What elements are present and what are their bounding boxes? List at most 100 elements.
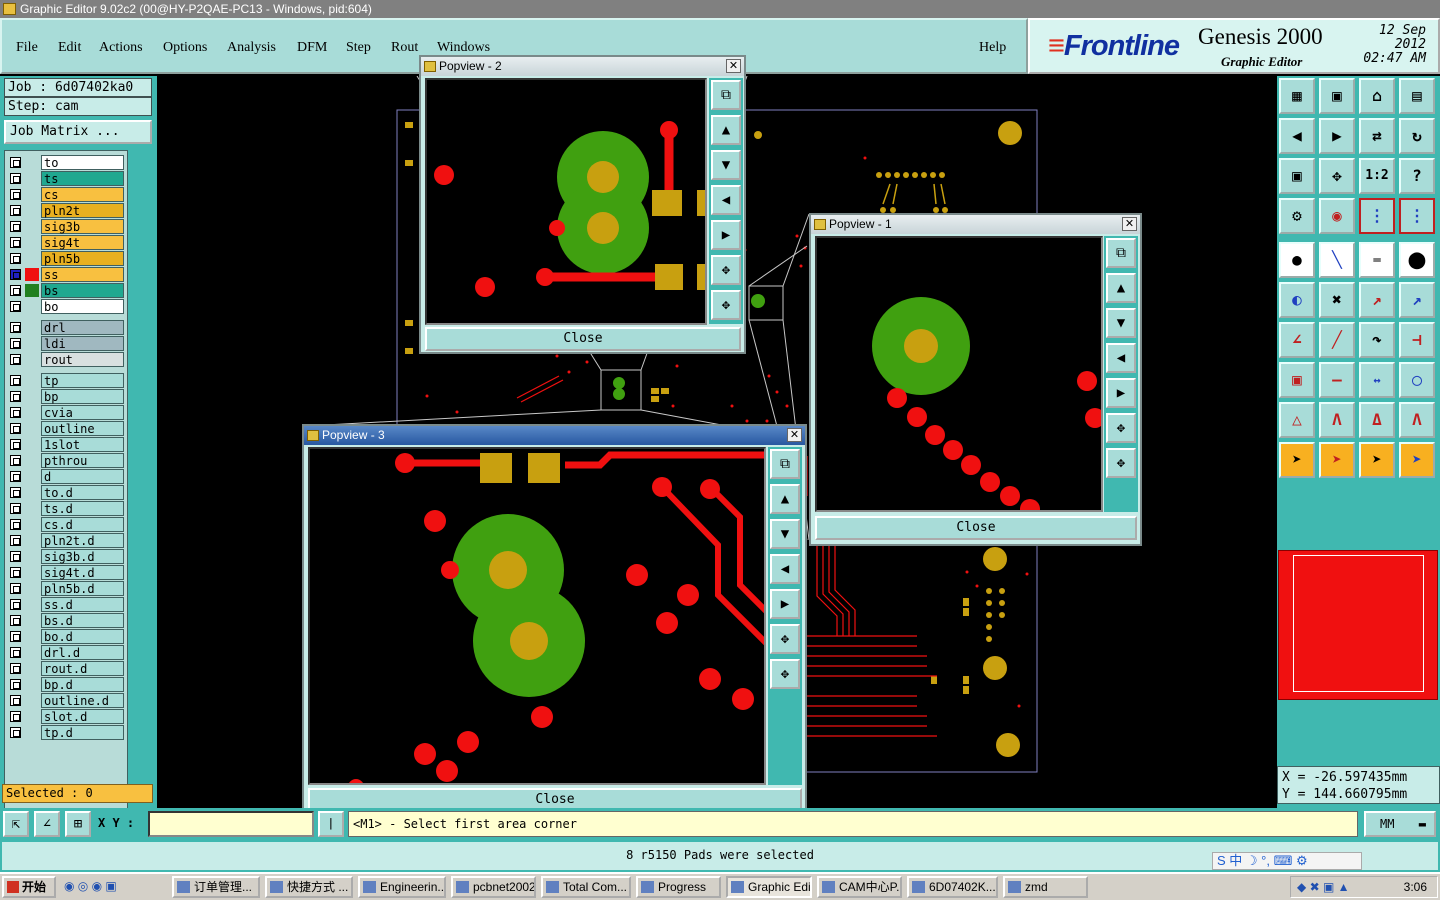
layer-color-swatch[interactable] [25, 694, 39, 707]
layer-color-swatch[interactable] [25, 284, 39, 297]
layer-row[interactable]: pln5b.d [5, 581, 129, 596]
popview-2-canvas[interactable] [425, 78, 707, 325]
layer-color-swatch[interactable] [25, 598, 39, 611]
popview-1-close-button[interactable]: Close [815, 516, 1137, 540]
layer-name[interactable]: pln2t.d [41, 533, 124, 548]
menu-options[interactable]: Options [163, 40, 207, 56]
connect-icon[interactable]: ↗ [1359, 282, 1395, 318]
layer-name[interactable]: drl [41, 320, 124, 335]
triangle-c-icon[interactable]: Λ [1399, 402, 1435, 438]
layer-name[interactable]: ts [41, 171, 124, 186]
info-icon[interactable]: ❘ [318, 811, 344, 837]
duplicate-icon[interactable]: ⧉ [770, 449, 800, 479]
cross-icon[interactable]: ✖ [1319, 282, 1355, 318]
layer-row[interactable]: sig4t [5, 235, 129, 250]
triangle-a-icon[interactable]: Λ [1319, 402, 1355, 438]
arc-icon[interactable]: ↷ [1359, 322, 1395, 358]
ratio-icon[interactable]: 1:2 [1359, 158, 1395, 194]
layer-checkbox[interactable] [10, 157, 21, 168]
resize-icon[interactable]: ⇱ [3, 811, 29, 837]
overview-map[interactable] [1278, 550, 1438, 700]
layer-checkbox[interactable] [10, 338, 21, 349]
move-up-icon[interactable]: ▲ [770, 484, 800, 514]
net-select-icon[interactable]: ⋮ [1359, 198, 1395, 234]
layer-checkbox[interactable] [10, 551, 21, 562]
layer-color-swatch[interactable] [25, 678, 39, 691]
layer-color-swatch[interactable] [25, 614, 39, 627]
layer-name[interactable]: drl.d [41, 645, 124, 660]
layer-name[interactable]: cs.d [41, 517, 124, 532]
layer-name[interactable]: pthrou [41, 453, 124, 468]
move-left-icon[interactable]: ◀ [711, 185, 741, 215]
layer-checkbox[interactable] [10, 221, 21, 232]
layer-row[interactable]: pthrou [5, 453, 129, 468]
menu-file[interactable]: File [16, 40, 38, 56]
net-compare-icon[interactable]: ⋮ [1399, 198, 1435, 234]
move-up-icon[interactable]: ▲ [711, 115, 741, 145]
layer-row[interactable]: pln2t [5, 203, 129, 218]
quick-launch-icons[interactable]: ◉ ◎ ◉ ▣ [64, 879, 164, 895]
layer-checkbox[interactable] [10, 354, 21, 365]
layer-row[interactable]: bo [5, 299, 129, 314]
layer-color-swatch[interactable] [25, 454, 39, 467]
unit-selector[interactable]: MM ▬ [1364, 811, 1436, 837]
layer-checkbox[interactable] [10, 205, 21, 216]
layer-name[interactable]: sig3b.d [41, 549, 124, 564]
layer-row[interactable]: drl [5, 320, 129, 335]
layer-name[interactable]: outline.d [41, 693, 124, 708]
layer-name[interactable]: 1slot [41, 437, 124, 452]
layer-row[interactable]: slot.d [5, 709, 129, 724]
zoom-home-icon[interactable]: ✥ [1319, 158, 1355, 194]
grid-icon[interactable]: ⊞ [65, 811, 91, 837]
zoom-left-icon[interactable]: ◀ [1279, 118, 1315, 154]
layer-name[interactable]: pln5b.d [41, 581, 124, 596]
tray-icons[interactable]: ◆ ✖ ▣ ▲ [1297, 880, 1350, 894]
layer-checkbox[interactable] [10, 711, 21, 722]
layer-color-swatch[interactable] [25, 156, 39, 169]
layer-name[interactable]: bp [41, 389, 124, 404]
popview-1-title-bar[interactable]: Popview - 1 [811, 215, 1140, 234]
layer-row[interactable]: 1slot [5, 437, 129, 452]
open-icon[interactable]: ▦ [1279, 78, 1315, 114]
layer-color-swatch[interactable] [25, 710, 39, 723]
taskbar-item[interactable]: Graphic Edi... [726, 876, 812, 898]
bracket-icon[interactable]: ⊣ [1399, 322, 1435, 358]
layer-color-swatch[interactable] [25, 220, 39, 233]
layer-checkbox[interactable] [10, 615, 21, 626]
menu-edit[interactable]: Edit [58, 40, 81, 56]
home-icon[interactable]: ⌂ [1359, 78, 1395, 114]
layer-name[interactable]: ldi [41, 336, 124, 351]
menu-step[interactable]: Step [346, 40, 371, 56]
menu-analysis[interactable]: Analysis [227, 40, 276, 56]
menu-dfm[interactable]: DFM [297, 40, 327, 56]
layer-color-swatch[interactable] [25, 422, 39, 435]
layer-row[interactable]: tp [5, 373, 129, 388]
slash-icon[interactable]: ╱ [1319, 322, 1355, 358]
layer-color-swatch[interactable] [25, 486, 39, 499]
layer-color-swatch[interactable] [25, 374, 39, 387]
layer-checkbox[interactable] [10, 391, 21, 402]
layer-name[interactable]: sig4t [41, 235, 124, 250]
layer-checkbox[interactable] [10, 679, 21, 690]
move-down-icon[interactable]: ▼ [1106, 308, 1136, 338]
layer-row[interactable]: to [5, 155, 129, 170]
layer-color-swatch[interactable] [25, 566, 39, 579]
layer-checkbox[interactable] [10, 173, 21, 184]
layer-row[interactable]: bp [5, 389, 129, 404]
triangle-b-icon[interactable]: Δ [1359, 402, 1395, 438]
layer-name[interactable]: cvia [41, 405, 124, 420]
taskbar-item[interactable]: 订单管理... [172, 876, 260, 898]
layer-name[interactable]: rout [41, 352, 124, 367]
layer-checkbox[interactable] [10, 471, 21, 482]
connect-blue-icon[interactable]: ↗ [1399, 282, 1435, 318]
zoom-out-icon[interactable]: ✥ [711, 290, 741, 320]
layer-name[interactable]: tp [41, 373, 124, 388]
taskbar-item[interactable]: 6D07402K... [907, 876, 998, 898]
layer-row[interactable]: ts.d [5, 501, 129, 516]
zoom-out-icon[interactable]: ✥ [770, 659, 800, 689]
layer-checkbox[interactable] [10, 567, 21, 578]
layer-name[interactable]: cs [41, 187, 124, 202]
layer-name[interactable]: pln5b [41, 251, 124, 266]
move-left-icon[interactable]: ◀ [1106, 343, 1136, 373]
duplicate-icon[interactable]: ⧉ [1106, 238, 1136, 268]
